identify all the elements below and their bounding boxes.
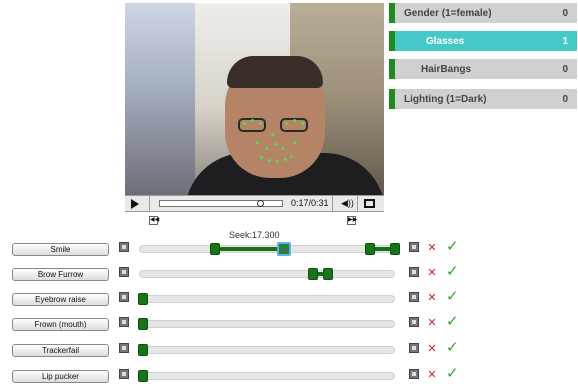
set-start-icon[interactable] — [119, 369, 129, 379]
action-button[interactable]: Smile — [12, 243, 109, 256]
segment-handle[interactable] — [390, 243, 400, 255]
set-end-icon[interactable] — [409, 242, 419, 252]
face-landmark — [260, 156, 263, 159]
face-landmark — [290, 155, 293, 158]
video-progress-track[interactable] — [159, 200, 283, 207]
video-progress-knob[interactable] — [257, 200, 264, 207]
set-end-icon[interactable] — [409, 292, 419, 302]
segment-handle[interactable] — [138, 293, 148, 305]
set-start-icon[interactable] — [119, 292, 129, 302]
face-landmark — [256, 141, 259, 144]
action-row-frown: Frown (mouth) ✕ ✓ — [0, 314, 578, 334]
action-row-brow-furrow: Brow Furrow ✕ ✓ — [0, 264, 578, 284]
forward-icon[interactable]: ▶▶ — [347, 216, 357, 225]
attribute-label: Gender (1=female) — [404, 8, 492, 19]
face-landmark — [281, 147, 284, 150]
face-landmark — [285, 122, 288, 125]
action-button[interactable]: Lip pucker — [12, 370, 109, 383]
segment-handle[interactable] — [323, 268, 333, 280]
action-button[interactable]: Trackerfail — [12, 344, 109, 357]
action-slider-track[interactable] — [139, 242, 400, 256]
close-icon[interactable]: ✕ — [427, 368, 437, 382]
check-icon[interactable]: ✓ — [446, 314, 460, 330]
divider — [332, 196, 333, 211]
attribute-label: Glasses — [426, 36, 465, 47]
face-landmark — [275, 143, 278, 146]
video-controls: 0:17/0:31 ◀)) — [125, 195, 384, 212]
segment-handle[interactable] — [210, 243, 220, 255]
rewind-icon[interactable]: ◀◀ — [149, 216, 159, 225]
action-slider-track[interactable] — [138, 318, 395, 330]
video-time: 0:17/0:31 — [291, 198, 329, 208]
check-icon[interactable]: ✓ — [446, 340, 460, 356]
set-end-icon[interactable] — [409, 343, 419, 353]
attribute-hairbangs[interactable]: HairBangs 0 — [389, 59, 577, 79]
play-icon[interactable] — [131, 199, 139, 209]
video-frame[interactable] — [125, 3, 384, 195]
close-icon[interactable]: ✕ — [427, 291, 437, 305]
face-landmark — [265, 147, 268, 150]
action-row-lip-pucker: Lip pucker ✕ ✓ — [0, 366, 578, 386]
face-landmark — [284, 158, 287, 161]
close-icon[interactable]: ✕ — [427, 241, 437, 255]
check-icon[interactable]: ✓ — [446, 239, 460, 255]
face-landmark — [268, 159, 271, 162]
set-start-icon[interactable] — [119, 343, 129, 353]
face-landmark — [271, 133, 274, 136]
action-button[interactable]: Eyebrow raise — [12, 293, 109, 306]
face-landmark — [251, 119, 254, 122]
set-end-icon[interactable] — [409, 317, 419, 327]
action-button[interactable]: Brow Furrow — [12, 268, 109, 281]
attribute-value: 1 — [562, 36, 568, 47]
close-icon[interactable]: ✕ — [427, 316, 437, 330]
action-slider-track[interactable] — [138, 344, 395, 356]
close-icon[interactable]: ✕ — [427, 342, 437, 356]
window-background — [125, 3, 195, 195]
current-handle[interactable] — [277, 242, 291, 256]
action-row-trackerfail: Trackerfail ✕ ✓ — [0, 340, 578, 360]
action-segment — [217, 247, 286, 251]
set-start-icon[interactable] — [119, 317, 129, 327]
attribute-gender[interactable]: Gender (1=female) 0 — [389, 3, 577, 23]
divider — [357, 196, 358, 211]
set-end-icon[interactable] — [409, 267, 419, 277]
face-landmark — [243, 122, 246, 125]
segment-handle[interactable] — [308, 268, 318, 280]
attribute-glasses[interactable]: Glasses 1 — [389, 31, 577, 51]
action-slider-track[interactable] — [138, 293, 395, 305]
face-landmark — [276, 160, 279, 163]
volume-icon[interactable]: ◀)) — [341, 198, 354, 209]
divider — [149, 196, 150, 211]
check-icon[interactable]: ✓ — [446, 264, 460, 280]
set-start-icon[interactable] — [119, 242, 129, 252]
person-hair — [227, 56, 323, 88]
attribute-lighting[interactable]: Lighting (1=Dark) 0 — [389, 89, 577, 109]
attribute-label: HairBangs — [421, 64, 472, 75]
fullscreen-icon[interactable] — [364, 199, 375, 208]
action-row-eyebrow-raise: Eyebrow raise ✕ ✓ — [0, 289, 578, 309]
action-button[interactable]: Frown (mouth) — [12, 318, 109, 331]
attribute-value: 0 — [562, 64, 568, 75]
set-end-icon[interactable] — [409, 369, 419, 379]
attribute-value: 0 — [562, 94, 568, 105]
action-slider-track[interactable] — [139, 268, 395, 280]
check-icon[interactable]: ✓ — [446, 289, 460, 305]
face-landmark — [259, 122, 262, 125]
action-row-smile: Smile ✕ ✓ — [0, 239, 578, 259]
face-landmark — [293, 119, 296, 122]
segment-handle[interactable] — [365, 243, 375, 255]
segment-handle[interactable] — [138, 318, 148, 330]
close-icon[interactable]: ✕ — [427, 266, 437, 280]
face-landmark — [293, 141, 296, 144]
segment-handle[interactable] — [138, 344, 148, 356]
set-start-icon[interactable] — [119, 267, 129, 277]
attribute-label: Lighting (1=Dark) — [404, 94, 487, 105]
segment-handle[interactable] — [138, 370, 148, 382]
face-landmark — [301, 122, 304, 125]
check-icon[interactable]: ✓ — [446, 366, 460, 382]
action-slider-track[interactable] — [138, 370, 395, 382]
attribute-value: 0 — [562, 8, 568, 19]
